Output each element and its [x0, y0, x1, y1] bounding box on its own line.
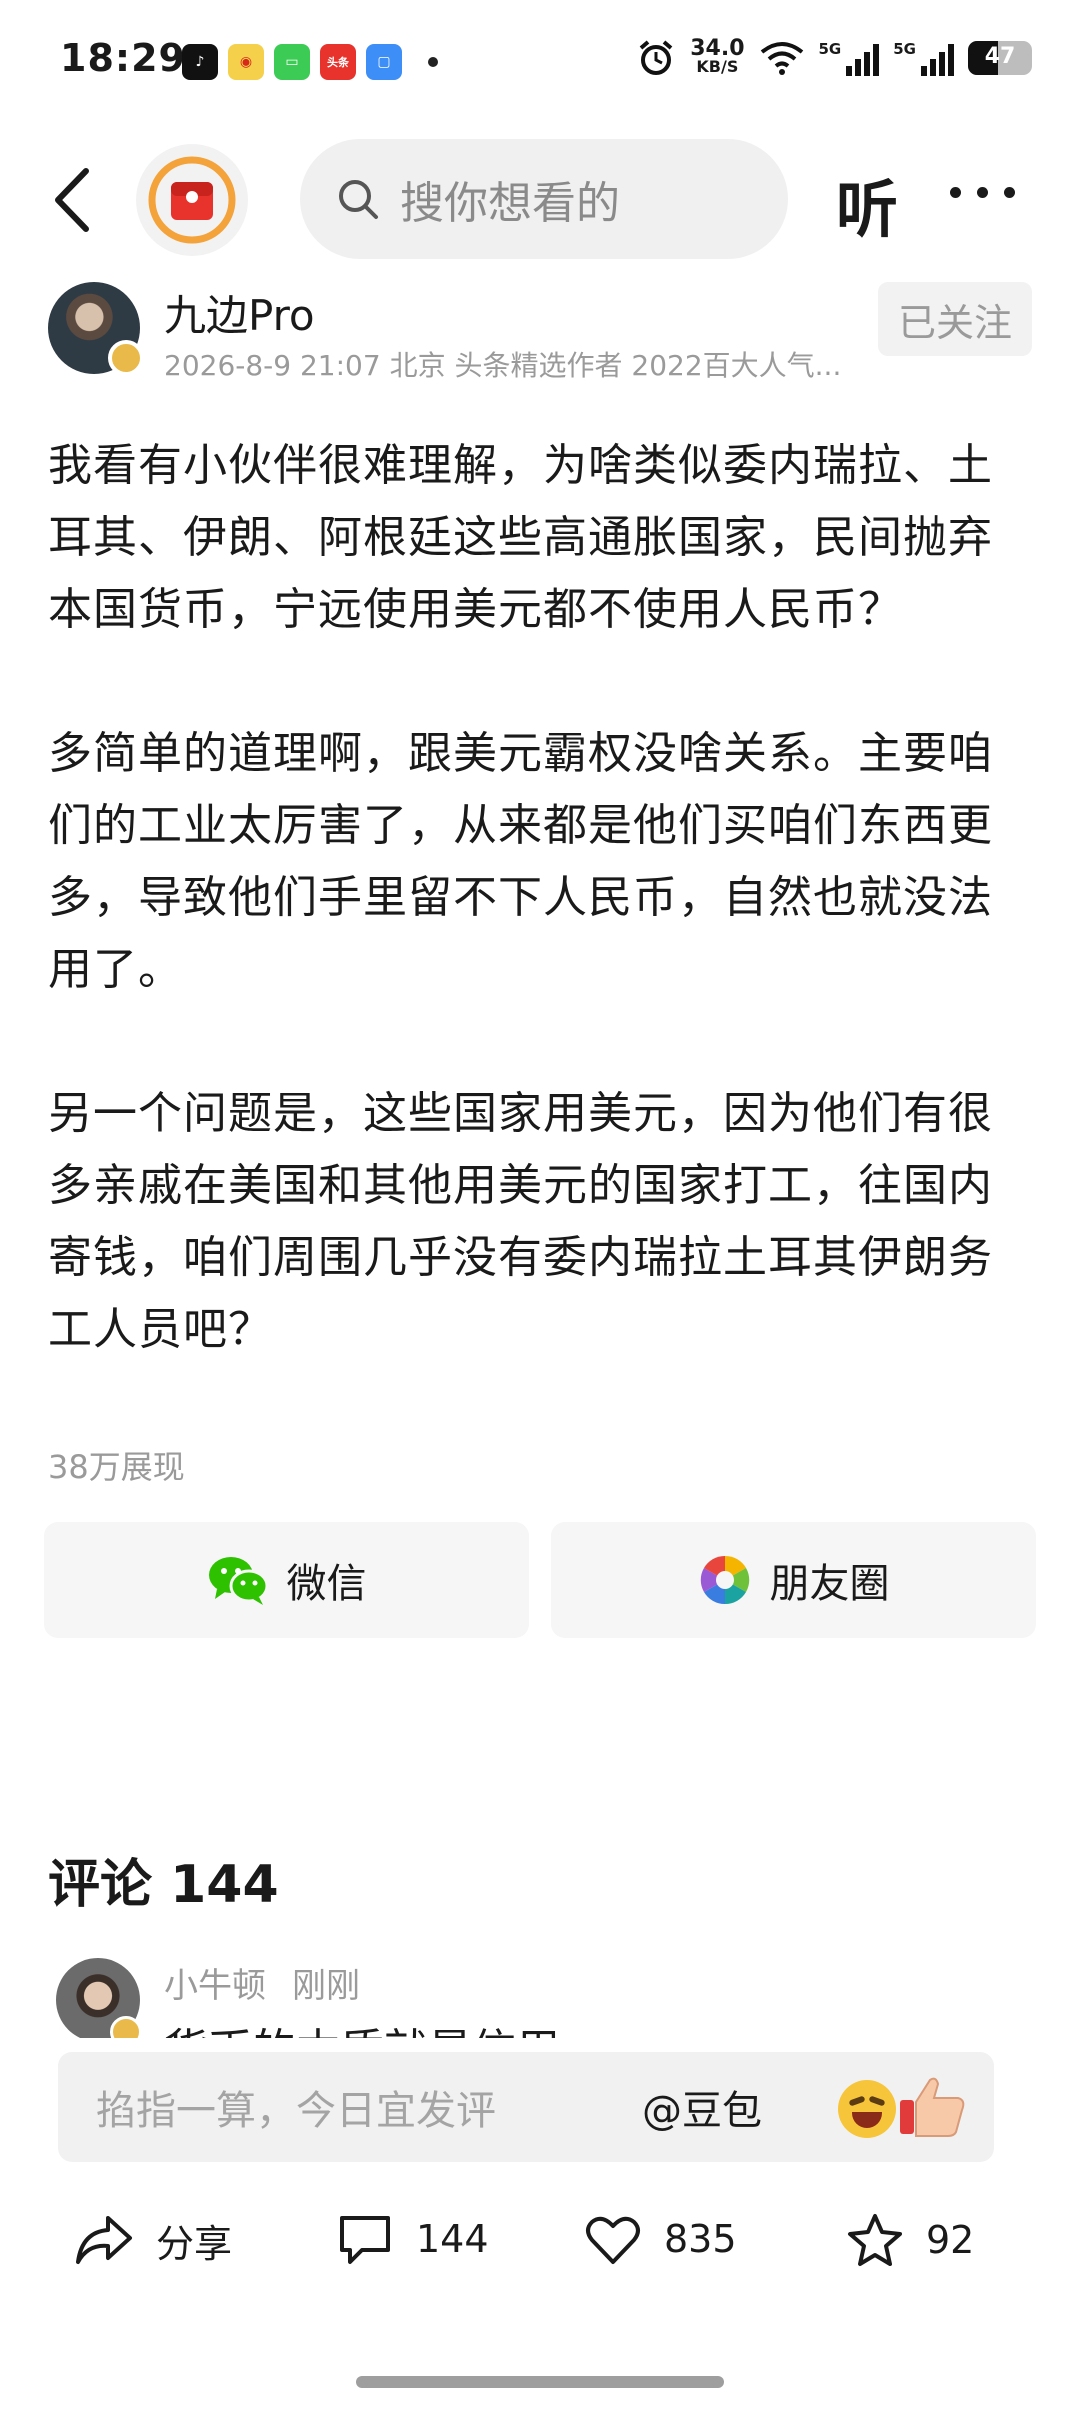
listen-button[interactable]: 听	[836, 159, 898, 249]
author-meta: 2026-8-9 21:07 北京 头条精选作者 2022百大人气...	[164, 349, 842, 382]
comment-input-placeholder: 掐指一算，今日宜发评	[96, 2088, 496, 2134]
search-placeholder: 搜你想看的	[400, 178, 620, 229]
toutiao-logo-icon	[148, 156, 236, 244]
comment-count: 144	[416, 2217, 489, 2261]
share-moments-button[interactable]: 朋友圈	[551, 1522, 1036, 1638]
share-label: 分享	[156, 2221, 233, 2266]
star-icon	[848, 2214, 902, 2266]
share-wechat-label: 微信	[286, 1561, 367, 1607]
verified-badge-icon	[108, 340, 144, 376]
bottom-action-bar: 分享 144 835 92	[0, 2196, 1080, 2296]
commenter-name[interactable]: 小牛顿	[164, 1958, 266, 2007]
follow-button[interactable]: 已关注	[878, 282, 1032, 356]
back-icon[interactable]	[44, 165, 104, 235]
like-button[interactable]: 835	[584, 2212, 737, 2266]
commenter-badge-icon	[110, 2016, 142, 2038]
favorite-count: 92	[926, 2218, 975, 2262]
weibo-icon: ◉	[228, 44, 264, 80]
douyin-icon: ♪	[182, 44, 218, 80]
comment-time: 刚刚	[292, 1966, 360, 2006]
comment-icon	[340, 2216, 390, 2264]
favorite-button[interactable]: 92	[846, 2212, 974, 2268]
search-icon	[339, 180, 378, 219]
messages-icon: ▭	[274, 44, 310, 80]
post-body: 我看有小伙伴很难理解，为啥类似委内瑞拉、土耳其、伊朗、阿根廷这些高通胀国家，民间…	[48, 430, 1032, 1366]
top-nav: 搜你想看的 听	[0, 135, 1080, 265]
heart-icon	[586, 2216, 640, 2264]
more-options-icon[interactable]	[950, 187, 1015, 198]
signal-2-icon: 5G	[893, 40, 954, 76]
moments-icon	[700, 1555, 749, 1605]
author-avatar[interactable]	[48, 282, 144, 376]
comments-title: 评论 144	[48, 1855, 279, 1915]
post-paragraph: 我看有小伙伴很难理解，为啥类似委内瑞拉、土耳其、伊朗、阿根廷这些高通胀国家，民间…	[48, 440, 993, 635]
like-count: 835	[664, 2217, 737, 2261]
notification-icons: ♪ ◉ ▭ 头条 ▢	[182, 44, 438, 80]
author-name[interactable]: 九边Pro	[164, 282, 315, 343]
signal-1-icon: 5G	[819, 40, 880, 76]
comment-input[interactable]: 掐指一算，今日宜发评 @豆包	[58, 2052, 994, 2162]
more-notifications-icon	[428, 57, 438, 67]
author-row: 九边Pro 2026-8-9 21:07 北京 头条精选作者 2022百大人气.…	[48, 282, 1032, 382]
home-indicator[interactable]	[356, 2376, 724, 2388]
laughing-emoji-icon[interactable]	[838, 2080, 896, 2138]
share-icon	[76, 2216, 132, 2264]
status-bar: 18:29 ♪ ◉ ▭ 头条 ▢ 34.0 KB/S 5G 5G 47	[0, 0, 1080, 120]
status-time: 18:29	[60, 36, 186, 80]
battery-icon: 47	[968, 41, 1032, 75]
alarm-icon	[639, 40, 673, 75]
share-button[interactable]: 分享	[74, 2212, 232, 2268]
search-input[interactable]: 搜你想看的	[300, 139, 788, 259]
view-count: 38万展现	[48, 1448, 185, 1486]
commenter-avatar[interactable]	[56, 1958, 142, 2038]
app-logo[interactable]	[136, 144, 248, 256]
system-icons: 34.0 KB/S 5G 5G 47	[636, 38, 1032, 78]
share-row: 微信 朋友圈	[44, 1522, 1036, 1638]
wifi-icon	[760, 42, 803, 75]
comment-button[interactable]: 144	[336, 2212, 489, 2266]
post-paragraph: 另一个问题是，这些国家用美元，因为他们有很多亲戚在美国和其他用美元的国家打工，往…	[48, 1088, 993, 1355]
network-speed: 34.0 KB/S	[690, 36, 745, 76]
post-paragraph: 多简单的道理啊，跟美元霸权没啥关系。主要咱们的工业太厉害了，从来都是他们买咱们东…	[48, 728, 993, 995]
toutiao-icon: 头条	[320, 44, 356, 80]
thumbs-up-emoji-icon[interactable]	[898, 2074, 968, 2140]
wechat-icon	[208, 1557, 268, 1605]
app-store-icon: ▢	[366, 44, 402, 80]
comment-text: 货币的本质就是信用	[164, 2014, 560, 2038]
comment-item[interactable]: 小牛顿 刚刚 货币的本质就是信用	[56, 1958, 1036, 2038]
share-wechat-button[interactable]: 微信	[44, 1522, 529, 1638]
mention-doubao-button[interactable]: @豆包	[642, 2078, 762, 2136]
share-moments-label: 朋友圈	[769, 1561, 890, 1607]
